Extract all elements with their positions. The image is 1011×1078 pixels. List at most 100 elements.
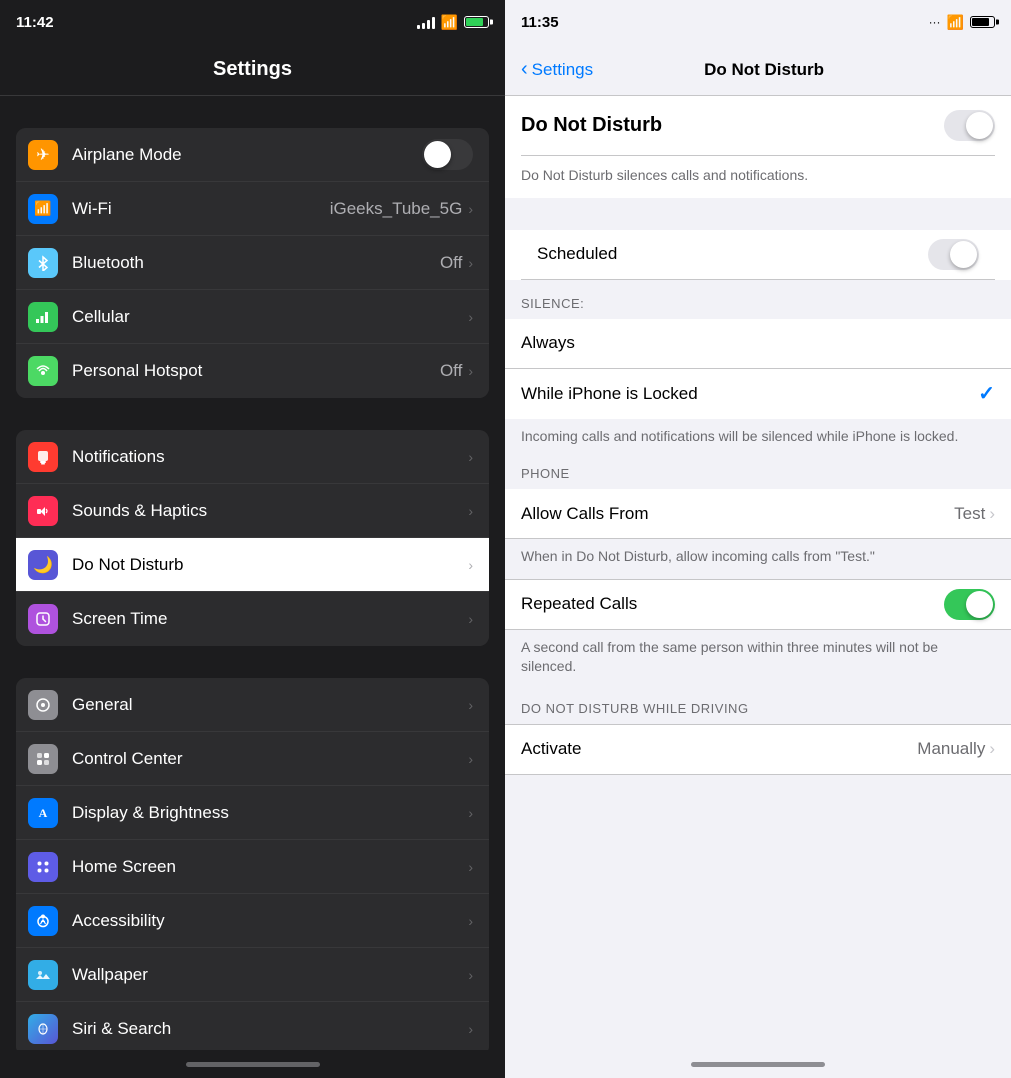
- accessibility-chevron: ›: [468, 913, 473, 929]
- allow-calls-label: Allow Calls From: [521, 504, 954, 524]
- allow-calls-description: When in Do Not Disturb, allow incoming c…: [505, 539, 1011, 579]
- sounds-icon: [28, 496, 58, 526]
- scheduled-row[interactable]: Scheduled: [521, 230, 995, 280]
- general-chevron: ›: [468, 697, 473, 713]
- left-home-bar: [0, 1050, 505, 1078]
- accessibility-icon: [28, 906, 58, 936]
- screen-time-icon: [28, 604, 58, 634]
- allow-calls-value-group: Test ›: [954, 504, 995, 524]
- dnd-description: Do Not Disturb silences calls and notifi…: [521, 156, 995, 198]
- silence-locked-row[interactable]: While iPhone is Locked ✓: [505, 369, 1011, 419]
- wifi-chevron: ›: [468, 201, 473, 217]
- repeated-calls-row[interactable]: Repeated Calls: [505, 580, 1011, 630]
- general-icon: [28, 690, 58, 720]
- back-button[interactable]: ‹ Settings: [521, 58, 593, 81]
- screen-time-row[interactable]: Screen Time ›: [16, 592, 489, 646]
- control-center-row[interactable]: Control Center ›: [16, 732, 489, 786]
- do-not-disturb-row[interactable]: 🌙 Do Not Disturb ›: [16, 538, 489, 592]
- control-center-chevron: ›: [468, 751, 473, 767]
- notifications-section: Notifications › Sounds & Haptics › �: [16, 430, 489, 646]
- hotspot-value: Off: [440, 361, 462, 381]
- back-label: Settings: [532, 60, 593, 80]
- dnd-label: Do Not Disturb: [72, 555, 468, 575]
- back-chevron-icon: ‹: [521, 58, 528, 81]
- bluetooth-row[interactable]: Bluetooth Off ›: [16, 236, 489, 290]
- driving-header: DO NOT DISTURB WHILE DRIVING: [505, 689, 1011, 724]
- general-row[interactable]: General ›: [16, 678, 489, 732]
- airplane-mode-toggle[interactable]: [422, 139, 473, 170]
- control-center-icon: [28, 744, 58, 774]
- connectivity-section: ✈ Airplane Mode 📶 Wi-Fi iGeeks_Tube_5G ›: [16, 128, 489, 398]
- silence-always-row[interactable]: Always: [505, 319, 1011, 369]
- wifi-value: iGeeks_Tube_5G: [330, 199, 463, 219]
- airplane-mode-label: Airplane Mode: [72, 145, 422, 165]
- driving-section: Activate Manually ›: [505, 724, 1011, 775]
- cellular-icon: [28, 302, 58, 332]
- battery-icon: [464, 16, 489, 28]
- repeated-calls-toggle[interactable]: [944, 589, 995, 620]
- sounds-haptics-row[interactable]: Sounds & Haptics ›: [16, 484, 489, 538]
- silence-header: SILENCE:: [505, 280, 1011, 319]
- scheduled-toggle[interactable]: [928, 239, 979, 270]
- right-dots-icon: ···: [929, 15, 941, 29]
- wifi-row[interactable]: 📶 Wi-Fi iGeeks_Tube_5G ›: [16, 182, 489, 236]
- notifications-label: Notifications: [72, 447, 468, 467]
- repeated-calls-section: Repeated Calls: [505, 579, 1011, 630]
- bluetooth-chevron: ›: [468, 255, 473, 271]
- phone-header: PHONE: [505, 458, 1011, 489]
- general-label: General: [72, 695, 468, 715]
- airplane-mode-row[interactable]: ✈ Airplane Mode: [16, 128, 489, 182]
- settings-list: ✈ Airplane Mode 📶 Wi-Fi iGeeks_Tube_5G ›: [0, 96, 505, 1050]
- right-status-bar: 11:35 ··· 📶: [505, 0, 1011, 44]
- sounds-label: Sounds & Haptics: [72, 501, 468, 521]
- left-status-bar: 11:42 📶: [0, 0, 505, 44]
- checkmark-icon: ✓: [978, 381, 995, 406]
- hotspot-chevron: ›: [468, 363, 473, 379]
- home-screen-label: Home Screen: [72, 857, 468, 877]
- right-home-indicator: [691, 1062, 825, 1067]
- sounds-chevron: ›: [468, 503, 473, 519]
- airplane-mode-icon: ✈: [28, 140, 58, 170]
- allow-calls-value: Test: [954, 504, 985, 524]
- dnd-main-toggle[interactable]: [944, 110, 995, 141]
- right-battery-icon: [970, 16, 995, 28]
- notifications-row[interactable]: Notifications ›: [16, 430, 489, 484]
- settings-panel: 11:42 📶 Settings: [0, 0, 505, 1078]
- wallpaper-icon: [28, 960, 58, 990]
- activate-row[interactable]: Activate Manually ›: [505, 725, 1011, 775]
- home-screen-row[interactable]: Home Screen ›: [16, 840, 489, 894]
- section-gap-1: [0, 96, 505, 128]
- display-brightness-row[interactable]: A Display & Brightness ›: [16, 786, 489, 840]
- personal-hotspot-row[interactable]: Personal Hotspot Off ›: [16, 344, 489, 398]
- svg-text:A: A: [39, 806, 48, 820]
- wifi-icon-row: 📶: [28, 194, 58, 224]
- left-time: 11:42: [16, 14, 54, 31]
- display-label: Display & Brightness: [72, 803, 468, 823]
- allow-calls-row[interactable]: Allow Calls From Test ›: [505, 489, 1011, 539]
- silence-description: Incoming calls and notifications will be…: [505, 419, 1011, 459]
- settings-title: Settings: [213, 58, 292, 81]
- hotspot-icon: [28, 356, 58, 386]
- repeated-calls-description: A second call from the same person withi…: [505, 630, 1011, 689]
- section-gap-2: [0, 398, 505, 430]
- dnd-main-row: Do Not Disturb: [521, 96, 995, 156]
- wallpaper-row[interactable]: Wallpaper ›: [16, 948, 489, 1002]
- cellular-row[interactable]: Cellular ›: [16, 290, 489, 344]
- scheduled-section: Scheduled: [505, 230, 1011, 280]
- cellular-chevron: ›: [468, 309, 473, 325]
- siri-search-row[interactable]: Siri & Search ›: [16, 1002, 489, 1050]
- activate-chevron: ›: [989, 739, 995, 759]
- notifications-chevron: ›: [468, 449, 473, 465]
- display-chevron: ›: [468, 805, 473, 821]
- wallpaper-chevron: ›: [468, 967, 473, 983]
- dnd-icon: 🌙: [28, 550, 58, 580]
- general-section: General › Control Center ›: [16, 678, 489, 1050]
- wallpaper-label: Wallpaper: [72, 965, 468, 985]
- allow-calls-chevron: ›: [989, 504, 995, 524]
- right-wifi-icon: 📶: [947, 14, 964, 31]
- silence-always-label: Always: [521, 333, 995, 353]
- hotspot-label: Personal Hotspot: [72, 361, 440, 381]
- dnd-main-card: Do Not Disturb Do Not Disturb silences c…: [505, 96, 1011, 198]
- accessibility-row[interactable]: Accessibility ›: [16, 894, 489, 948]
- activate-value-group: Manually ›: [917, 739, 995, 759]
